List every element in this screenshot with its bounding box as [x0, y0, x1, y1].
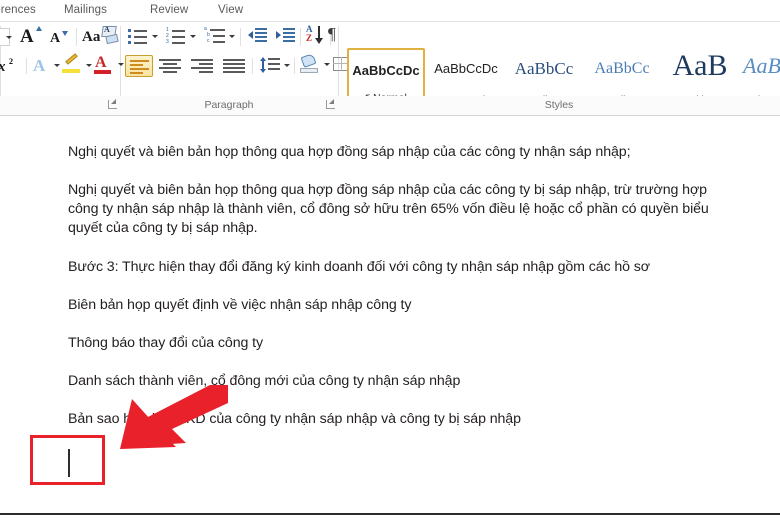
superscript-button[interactable]: x 2: [0, 56, 22, 76]
superscript-exponent: 2: [9, 57, 13, 66]
chevron-down-icon[interactable]: [324, 63, 330, 66]
superscript-glyph: x: [0, 60, 6, 75]
shrink-font-button[interactable]: A: [48, 27, 72, 47]
document-paragraph: Nghị quyết và biên bản họp thông qua hợp…: [68, 144, 631, 160]
show-formatting-marks-button[interactable]: ¶: [322, 25, 340, 45]
document-paragraph: Bước 3: Thực hiện thay đổi đăng ký kinh …: [68, 259, 650, 275]
paragraph-divider-5: [294, 58, 295, 74]
ribbon-tab-bar: References Mailings Review View: [0, 0, 780, 22]
grow-font-glyph: A: [20, 26, 34, 47]
paint-bucket-icon: [300, 53, 317, 68]
clear-formatting-button[interactable]: A: [100, 25, 122, 47]
tab-references[interactable]: References: [0, 0, 36, 22]
paragraph-divider-2: [300, 28, 301, 46]
paragraph-divider-1: [240, 28, 241, 46]
ribbon-body: A A Aa A x 2 A: [0, 22, 780, 112]
ribbon-group-labels: Paragraph Styles: [0, 96, 780, 116]
shading-color-swatch: [300, 68, 318, 73]
shrink-font-glyph: A: [50, 31, 61, 46]
align-left-button[interactable]: [125, 55, 153, 77]
clear-formatting-eraser-icon: [105, 33, 119, 45]
font-dialog-launcher[interactable]: [108, 99, 117, 109]
style-preview: AaBbCcDc: [352, 63, 420, 78]
style-preview: AaBbCcDc: [434, 61, 498, 76]
font-divider-1: [76, 28, 77, 46]
chevron-down-icon[interactable]: [284, 64, 290, 67]
left-arrow-icon: [248, 31, 253, 39]
tab-view[interactable]: View: [218, 0, 243, 22]
grow-font-arrow-icon: [36, 26, 42, 31]
group-label-styles: Styles: [544, 99, 574, 111]
word-window: References Mailings Review View A A Aa: [0, 0, 780, 520]
group-label-font: [0, 96, 120, 116]
decrease-indent-button[interactable]: [248, 28, 268, 46]
sort-glyph-bottom: Z: [306, 33, 313, 43]
multilevel-list-button[interactable]: a b c: [204, 27, 236, 47]
increase-indent-button[interactable]: [276, 28, 296, 46]
document-paragraph: Thông báo thay đổi của công ty: [68, 335, 263, 351]
highlight-color-swatch: [62, 69, 80, 73]
red-highlight-box: [30, 435, 105, 485]
tab-review[interactable]: Review: [150, 0, 188, 22]
document-paragraph: Biên bản họp quyết định về việc nhận sáp…: [68, 297, 412, 313]
chevron-down-icon[interactable]: [152, 35, 158, 38]
document-paragraph: Nghị quyết và biên bản họp thông qua hợp…: [68, 182, 709, 236]
bullets-button[interactable]: [128, 27, 158, 47]
tab-mailings[interactable]: Mailings: [64, 0, 107, 22]
style-preview: AaBbCc: [514, 59, 574, 78]
font-color-button[interactable]: A: [94, 55, 128, 79]
text-effects-glyph: A: [33, 56, 46, 75]
highlighter-pen-icon: [65, 53, 78, 65]
font-divider-2: [26, 58, 27, 74]
chevron-down-icon[interactable]: [86, 64, 92, 67]
clear-formatting-glyph: A: [104, 25, 110, 34]
right-arrow-icon: [276, 31, 281, 39]
shading-button[interactable]: [300, 53, 334, 79]
text-highlight-color-button[interactable]: [62, 53, 96, 78]
font-color-glyph: A: [95, 54, 107, 71]
chevron-down-icon[interactable]: [54, 64, 60, 67]
text-cursor: [68, 449, 70, 477]
chevron-down-icon[interactable]: [118, 63, 124, 66]
paragraph-divider-4: [252, 58, 253, 74]
chevron-down-icon[interactable]: [190, 35, 196, 38]
style-preview: AaBbCc: [594, 60, 650, 77]
grow-font-button[interactable]: A: [18, 25, 44, 47]
group-label-paragraph: Paragraph: [204, 99, 254, 111]
font-color-swatch: [94, 70, 111, 74]
chevron-down-icon[interactable]: [229, 35, 235, 38]
justify-button[interactable]: [222, 57, 248, 77]
pilcrow-icon: ¶: [328, 24, 336, 43]
change-case-glyph: Aa: [82, 29, 101, 45]
text-effects-button[interactable]: A: [32, 56, 64, 76]
style-preview: AaB: [672, 50, 728, 80]
chevron-down-icon[interactable]: [6, 36, 12, 39]
shrink-font-arrow-icon: [62, 31, 68, 36]
align-center-button[interactable]: [158, 57, 184, 77]
style-preview: AaB: [743, 53, 780, 78]
red-arrow: [120, 385, 228, 449]
align-right-button[interactable]: [190, 57, 216, 77]
paragraph-dialog-launcher[interactable]: [326, 99, 335, 109]
bottom-border-rule: [0, 513, 780, 515]
line-spacing-button[interactable]: [258, 56, 290, 78]
numbering-button[interactable]: 1 2 3: [166, 27, 196, 47]
